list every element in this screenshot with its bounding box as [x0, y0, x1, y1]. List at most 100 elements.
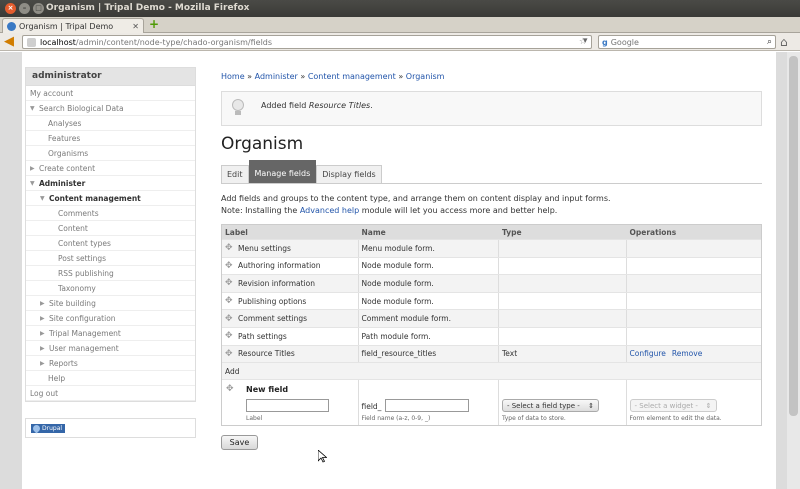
row-label-cell: ✥ Publishing options — [222, 292, 359, 310]
sidebar-item-label: Organisms — [48, 148, 89, 158]
drag-handle-icon[interactable]: ✥ — [225, 331, 238, 341]
sidebar-item-tripal-management[interactable]: ▶ Tripal Management — [26, 326, 195, 341]
sidebar-item-organisms[interactable]: Organisms — [26, 146, 195, 161]
tab-edit[interactable]: Edit — [221, 165, 249, 184]
row-label-cell: ✥ Path settings — [222, 327, 359, 345]
search-bar[interactable]: g ⌕ — [598, 35, 776, 49]
sidebar-item-label: Site configuration — [49, 313, 116, 323]
row-name: Comment module form. — [359, 310, 499, 327]
field-type-select[interactable]: - Select a field type - ⇕ — [501, 399, 599, 413]
site-identity-icon[interactable] — [27, 37, 36, 47]
sidebar-item-log-out[interactable]: Log out — [26, 386, 195, 401]
sidebar-item-create-content[interactable]: ▶ Create content — [26, 161, 195, 176]
row-label: Publishing options — [238, 296, 307, 306]
save-button[interactable]: Save — [221, 435, 258, 450]
url-bar[interactable]: localhost /admin/content/node-type/chado… — [22, 35, 592, 49]
window-maximize-icon[interactable]: □ — [33, 3, 44, 14]
window-minimize-icon[interactable]: – — [19, 3, 30, 14]
sidebar-item-label: Content — [58, 223, 88, 233]
row-type — [499, 240, 627, 257]
sidebar-item-label: User management — [49, 343, 119, 353]
window-controls: × – □ — [5, 3, 44, 14]
new-field-name-input[interactable] — [384, 399, 469, 413]
sidebar-item-label: Content management — [49, 193, 141, 203]
sidebar-item-label: My account — [30, 88, 74, 98]
sidebar-item-content[interactable]: Content — [26, 221, 195, 236]
back-arrow-icon[interactable]: ◀ — [4, 35, 18, 49]
tab-close-icon[interactable]: ✕ — [132, 22, 139, 31]
sidebar-item-post-settings[interactable]: Post settings — [26, 251, 195, 266]
search-input[interactable] — [610, 37, 751, 47]
row-type — [499, 292, 627, 310]
new-field-label-input[interactable] — [246, 399, 329, 413]
local-tabs: Edit Manage fields Display fields — [221, 160, 382, 184]
sidebar-item-rss-publishing[interactable]: RSS publishing — [26, 266, 195, 281]
sidebar-item-content-types[interactable]: Content types — [26, 236, 195, 251]
configure-link[interactable]: Configure — [630, 349, 666, 358]
browser-tab[interactable]: Organism | Tripal Demo ✕ — [2, 18, 144, 33]
row-operations — [627, 328, 762, 345]
row-label-cell: ✥ Authoring information — [222, 257, 359, 275]
sidebar-item-taxonomy[interactable]: Taxonomy — [26, 281, 195, 296]
sidebar-item-reports[interactable]: ▶ Reports — [26, 356, 195, 371]
drag-handle-icon[interactable]: ✥ — [226, 384, 234, 394]
sidebar-item-label: RSS publishing — [58, 268, 114, 278]
sidebar-item-search-biological-data[interactable]: ▼ Search Biological Data — [26, 101, 195, 116]
drag-handle-icon[interactable]: ✥ — [225, 349, 238, 359]
sidebar-item-administer[interactable]: ▼ Administer — [26, 176, 195, 191]
sidebar-item-my-account[interactable]: My account — [26, 86, 195, 101]
vertical-scrollbar[interactable] — [787, 52, 800, 489]
remove-link[interactable]: Remove — [672, 349, 702, 358]
new-tab-icon[interactable]: + — [148, 18, 160, 31]
tab-display-fields[interactable]: Display fields — [316, 165, 382, 184]
breadcrumb-separator: » — [244, 72, 255, 81]
sidebar-item-site-building[interactable]: ▶ Site building — [26, 296, 195, 311]
sidebar-item-site-configuration[interactable]: ▶ Site configuration — [26, 311, 195, 326]
table-row: ✥ Path settings Path module form. — [222, 326, 762, 345]
row-name: Node module form. — [359, 275, 499, 292]
row-label-cell: ✥ Resource Titles — [222, 345, 359, 363]
breadcrumb-link[interactable]: Administer — [255, 72, 298, 81]
favicon-icon — [7, 21, 16, 31]
search-icon[interactable]: ⌕ — [767, 37, 772, 47]
breadcrumb-link[interactable]: Content management — [308, 72, 396, 81]
select-arrows-icon: ⇕ — [588, 401, 594, 410]
reload-icon[interactable]: ▾ — [583, 36, 588, 46]
row-label-cell: ✥ Menu settings — [222, 240, 359, 257]
drag-handle-icon[interactable]: ✥ — [225, 314, 238, 324]
breadcrumb-link[interactable]: Organism — [406, 72, 445, 81]
collapsed-arrow-icon: ▶ — [40, 359, 45, 367]
widget-select[interactable]: - Select a widget - ⇕ — [629, 399, 717, 413]
browser-tab-title: Organism | Tripal Demo — [19, 21, 114, 31]
row-operations — [627, 293, 762, 310]
sidebar-item-comments[interactable]: Comments — [26, 206, 195, 221]
added-field-name: Resource Titles — [308, 101, 371, 110]
sidebar-item-user-management[interactable]: ▶ User management — [26, 341, 195, 356]
row-label: Resource Titles — [238, 349, 295, 359]
powered-by-drupal-badge[interactable]: Drupal — [31, 423, 66, 434]
url-path: /admin/content/node-type/chado-organism/… — [75, 37, 273, 47]
advanced-help-link[interactable]: Advanced help — [300, 206, 359, 215]
breadcrumb-link[interactable]: Home — [221, 72, 245, 81]
collapsed-arrow-icon: ▶ — [40, 299, 45, 307]
collapsed-arrow-icon: ▶ — [40, 344, 45, 352]
sidebar-item-label: Help — [48, 373, 66, 383]
collapsed-arrow-icon: ▶ — [30, 164, 35, 172]
sidebar-item-help[interactable]: Help — [26, 371, 195, 386]
drag-handle-icon[interactable]: ✥ — [225, 261, 238, 271]
drupal-badge-text: Drupal — [42, 425, 63, 432]
sidebar-header: administrator — [26, 68, 195, 86]
tab-manage-fields[interactable]: Manage fields — [248, 160, 317, 184]
expanded-arrow-icon: ▼ — [30, 179, 35, 187]
window-close-icon[interactable]: × — [5, 3, 16, 14]
google-icon[interactable]: g — [602, 38, 608, 47]
drag-handle-icon[interactable]: ✥ — [225, 243, 238, 253]
scrollbar-thumb[interactable] — [789, 56, 798, 416]
home-icon[interactable]: ⌂ — [780, 35, 788, 49]
drag-handle-icon[interactable]: ✥ — [225, 296, 238, 306]
sidebar-item-analyses[interactable]: Analyses — [26, 116, 195, 131]
drag-handle-icon[interactable]: ✥ — [225, 278, 238, 288]
expanded-arrow-icon: ▼ — [40, 194, 45, 202]
sidebar-item-features[interactable]: Features — [26, 131, 195, 146]
sidebar-item-content-management[interactable]: ▼ Content management — [26, 191, 195, 206]
